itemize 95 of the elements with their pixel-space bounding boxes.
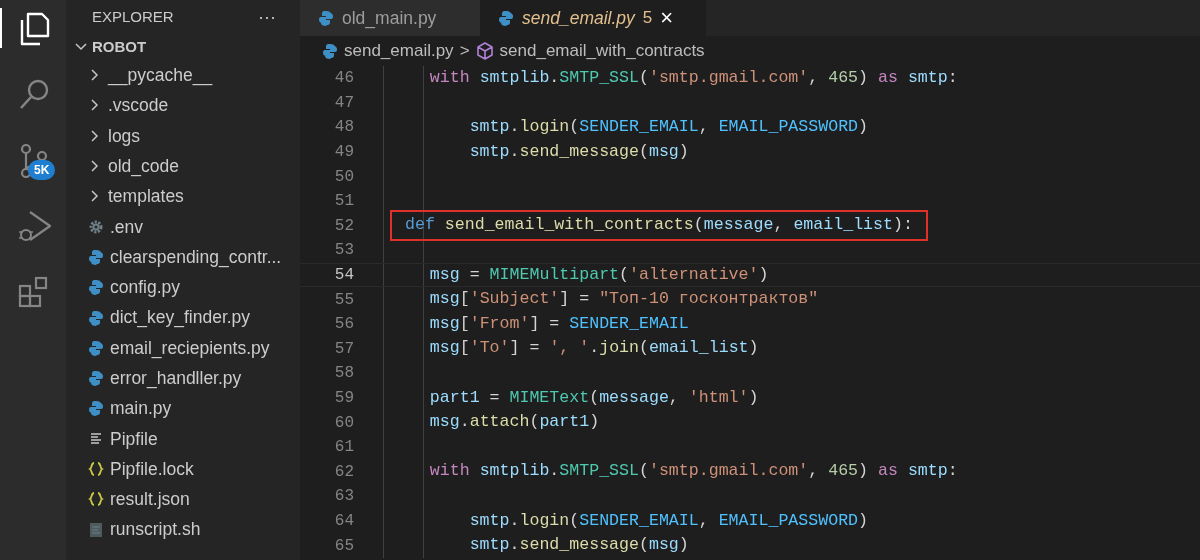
breadcrumb-separator: > (459, 40, 470, 63)
line-number: 65 (333, 535, 354, 557)
folder-row[interactable]: templates (66, 181, 300, 212)
folder-label: .vscode (108, 94, 169, 118)
shell-file-icon (88, 521, 104, 538)
line-number: 53 (333, 240, 354, 262)
file-label: clearspending_contr... (110, 245, 282, 270)
python-file-icon (88, 370, 104, 387)
line-number: 55 (333, 289, 354, 311)
line-number: 51 (333, 191, 354, 213)
code-line: smtp.send_message(msg) (468, 534, 689, 557)
gear-icon (88, 218, 104, 235)
file-label: config.py (110, 276, 181, 300)
file-label: Pipfile.lock (110, 457, 194, 481)
file-label: Pipfile (110, 427, 158, 451)
code-line: with smtplib.SMTP_SSL('smtp.gmail.com', 465) as smtp: (428, 460, 958, 483)
panel-title: EXPLORER (92, 6, 174, 27)
folder-row[interactable]: .vscode (66, 90, 300, 121)
file-label: dict_key_finder.py (110, 306, 251, 330)
file-row[interactable]: email_reciepients.py (66, 332, 300, 363)
folder-row[interactable]: old_code (66, 150, 300, 182)
file-row[interactable]: runscript.sh (66, 514, 300, 545)
folder-row[interactable]: ROBOT (66, 34, 300, 60)
python-file-icon (88, 309, 104, 326)
line-number: 46 (333, 68, 354, 90)
breadcrumb-item[interactable]: send_email.py (344, 38, 454, 64)
line-number: 62 (333, 461, 354, 483)
code-line: smtp.login(SENDER_EMAIL, EMAIL_PASSWORD) (468, 509, 869, 532)
code-line: with smtplib.SMTP_SSL('smtp.gmail.com', 465) as smtp: (428, 66, 958, 89)
file-row[interactable]: dict_key_finder.py (66, 302, 300, 333)
file-row[interactable]: Pipfile.lock (66, 453, 300, 485)
line-number: 57 (333, 338, 354, 360)
line-number: 52 (333, 215, 354, 237)
cube-icon (475, 42, 494, 60)
braces-file-icon (88, 461, 104, 477)
activity-bar-button[interactable]: 5K (0, 140, 66, 180)
file-row[interactable]: result.json (66, 484, 300, 515)
folder-label: ROBOT (92, 36, 147, 57)
line-number: 63 (333, 486, 354, 508)
folder-label: old_code (108, 154, 180, 179)
code-line: msg['Subject'] = "Топ-10 госконтрактов" (428, 288, 819, 311)
line-number: 50 (333, 166, 354, 188)
file-label: .env (110, 215, 144, 239)
code-line: part1 = MIMEText(message, 'html') (428, 386, 759, 409)
run-debug-icon (16, 208, 52, 244)
file-label: error_handller.py (110, 367, 242, 391)
file-label: main.py (110, 397, 172, 421)
file-row[interactable]: .env (66, 211, 300, 242)
braces-file-icon (88, 491, 104, 508)
folder-label: __pycache__ (108, 64, 213, 88)
line-number: 56 (333, 314, 354, 336)
close-button[interactable]: × (660, 7, 674, 29)
python-file-icon (318, 10, 334, 26)
code-line: msg['From'] = SENDER_EMAIL (428, 312, 689, 335)
python-file-icon (88, 339, 104, 356)
file-row[interactable]: error_handller.py (66, 362, 300, 394)
lines-file-icon (88, 430, 104, 447)
file-row[interactable]: config.py (66, 272, 300, 303)
file-row[interactable]: clearspending_contr... (66, 241, 300, 273)
python-file-icon (88, 248, 104, 265)
notification-badge: 5K (28, 160, 56, 180)
file-label: result.json (110, 488, 190, 512)
line-number: 48 (333, 117, 354, 139)
line-number: 58 (333, 363, 354, 385)
python-file-icon (322, 43, 338, 59)
file-label: email_reciepients.py (110, 336, 270, 361)
python-file-icon (88, 400, 104, 417)
folder-row[interactable]: logs (66, 120, 300, 151)
code-line: msg['To'] = ', '.join(email_list) (428, 337, 759, 360)
tab-label: old_main.py (342, 6, 437, 31)
line-number: 47 (333, 92, 354, 114)
folder-label: logs (108, 124, 141, 148)
code-line: smtp.send_message(msg) (468, 140, 689, 163)
line-number: 60 (333, 412, 354, 434)
python-file-icon (498, 10, 514, 26)
editor-tab[interactable]: old_main.py (300, 0, 480, 36)
code-line: msg = MIMEMultipart('alternative') (428, 263, 769, 286)
line-number: 64 (333, 511, 354, 532)
python-file-icon (88, 279, 104, 296)
tab-label: send_email.py (522, 6, 635, 30)
code-line: smtp.login(SENDER_EMAIL, EMAIL_PASSWORD) (468, 116, 869, 139)
more-actions-button[interactable]: ··· (258, 8, 276, 26)
line-number: 59 (333, 388, 354, 409)
problem-count: 5 (642, 7, 653, 30)
file-row[interactable]: main.py (66, 393, 300, 424)
file-label: runscript.sh (110, 518, 201, 542)
code-line: msg.attach(part1) (428, 411, 600, 434)
folder-row[interactable]: __pycache__ (66, 60, 300, 91)
breadcrumb-item[interactable]: send_email_with_contracts (499, 38, 705, 64)
file-row[interactable]: Pipfile (66, 423, 300, 454)
line-number: 49 (333, 142, 354, 164)
folder-label: templates (108, 185, 184, 209)
editor-tab[interactable]: send_email.py 5 × (480, 0, 706, 36)
line-number: 54 (333, 265, 354, 287)
line-number: 61 (333, 437, 354, 459)
